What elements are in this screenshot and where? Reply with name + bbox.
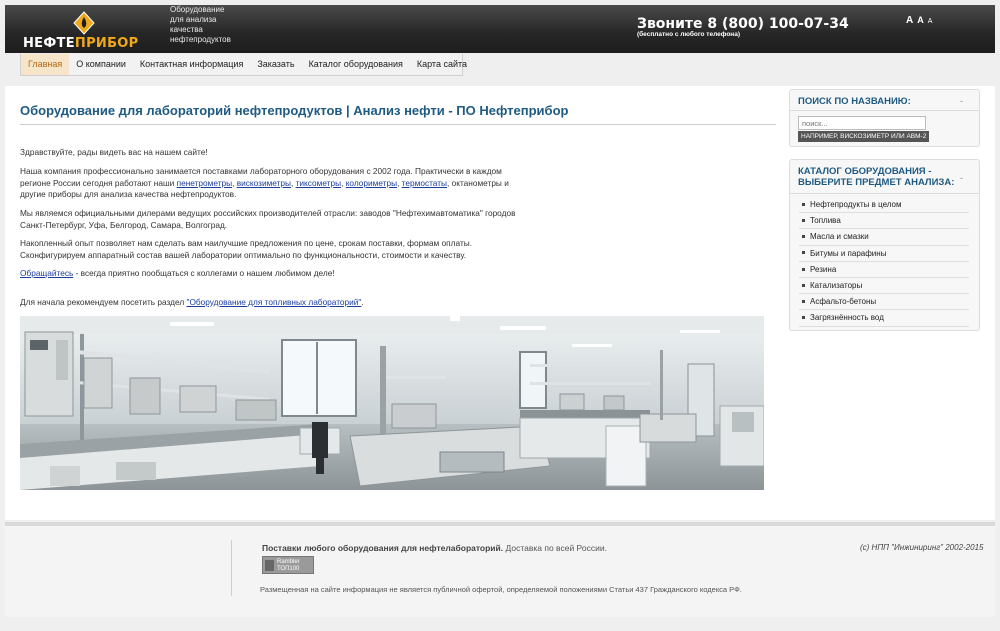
footer-divider — [231, 540, 232, 596]
catalog-list: Нефтепродукты в целом Топлива Масла и см… — [799, 197, 969, 327]
search-widget-divider — [790, 110, 979, 111]
drop-logo-icon — [73, 11, 95, 35]
phone-number: Звоните 8 (800) 100-07-34 — [637, 16, 849, 32]
nav-item-about[interactable]: О компании — [69, 54, 133, 75]
rambler-logo-icon — [265, 560, 274, 571]
contact-link[interactable]: Обращайтесь — [20, 268, 73, 278]
footer-copyright: (с) НПП "Инжиниринг" 2002-2015 — [860, 543, 984, 552]
bullet-icon — [802, 283, 805, 287]
catalog-collapse-toggle[interactable]: - — [960, 173, 963, 183]
catalog-item-rubber[interactable]: Резина — [799, 262, 969, 278]
font-size-large-button[interactable]: A — [906, 15, 913, 26]
footer-tagline: Поставки любого оборудования для нефтела… — [262, 543, 607, 553]
bullet-icon — [802, 202, 805, 206]
nav-item-order[interactable]: Заказать — [250, 54, 301, 75]
site-header: НЕФТЕПРИБОР Оборудование для анализа кач… — [5, 5, 995, 53]
link-thixometers[interactable]: тиксометры — [296, 178, 341, 188]
nav-item-sitemap[interactable]: Карта сайта — [410, 54, 474, 75]
dealers-paragraph: Мы являемся официальными дилерами ведущи… — [20, 208, 516, 230]
font-size-small-button[interactable]: A — [928, 18, 933, 25]
site-footer: Поставки любого оборудования для нефтела… — [5, 522, 995, 617]
site-slogan: Оборудование для анализа качества нефтеп… — [170, 5, 231, 44]
bullet-icon — [802, 300, 805, 304]
catalog-widget-divider — [790, 193, 979, 194]
greeting-text: Здравствуйте, рады видеть вас на нашем с… — [20, 147, 208, 157]
font-size-medium-button[interactable]: A — [917, 15, 924, 25]
search-widget: ПОИСК ПО НАЗВАНИЮ: - НАПРИМЕР, ВИСКОЗИМЕ… — [789, 89, 980, 147]
search-hint: НАПРИМЕР, ВИСКОЗИМЕТР ИЛИ АВМ-2 — [798, 131, 930, 142]
catalog-item-fuels[interactable]: Топлива — [799, 213, 969, 230]
bullet-icon — [802, 267, 805, 271]
phone-note: (бесплатно с любого телефона) — [637, 31, 741, 38]
catalog-widget-title: КАТАЛОГ ОБОРУДОВАНИЯ - ВЫБЕРИТЕ ПРЕДМЕТ … — [798, 166, 955, 188]
search-collapse-toggle[interactable]: - — [960, 96, 963, 106]
nav-item-contacts[interactable]: Контактная информация — [133, 54, 250, 75]
link-colorimeters[interactable]: колориметры — [346, 178, 397, 188]
catalog-item-petroleum-products[interactable]: Нефтепродукты в целом — [799, 197, 969, 214]
catalog-item-catalysts[interactable]: Катализаторы — [799, 278, 969, 295]
link-thermostats[interactable]: термостаты — [402, 178, 447, 188]
search-widget-title: ПОИСК ПО НАЗВАНИЮ: — [798, 96, 911, 107]
footer-disclaimer: Размещенная на сайте информация не являе… — [260, 585, 742, 594]
bullet-icon — [802, 316, 805, 320]
catalog-widget: КАТАЛОГ ОБОРУДОВАНИЯ - ВЫБЕРИТЕ ПРЕДМЕТ … — [789, 159, 980, 331]
nav-item-catalog[interactable]: Каталог оборудования — [302, 54, 410, 75]
catalog-item-oils-greases[interactable]: Масла и смазки — [799, 229, 969, 246]
catalog-item-asphalt-concrete[interactable]: Асфальто-бетоны — [799, 294, 969, 311]
search-input[interactable] — [798, 116, 926, 130]
about-paragraph: Наша компания профессионально занимается… — [20, 166, 509, 199]
main-nav: Главная О компании Контактная информация… — [20, 54, 467, 76]
nav-item-home[interactable]: Главная — [21, 54, 70, 75]
logo-text: НЕФТЕПРИБОР — [23, 36, 139, 51]
catalog-item-water-pollution[interactable]: Загрязнённость вод — [799, 310, 969, 327]
rambler-counter-badge[interactable]: Rambler ТОП100 — [262, 556, 314, 574]
offer-paragraph: Накопленный опыт позволяет нам сделать в… — [20, 238, 473, 260]
catalog-item-bitumens-paraffins[interactable]: Битумы и парафины — [799, 246, 969, 262]
bullet-icon — [802, 235, 805, 239]
laboratory-panorama-image — [20, 316, 764, 490]
link-penetrometers[interactable]: пенетрометры — [177, 178, 232, 188]
page-title: Оборудование для лабораторий нефтепродук… — [20, 103, 776, 125]
recommend-paragraph: Для начала рекомендуем посетить раздел "… — [20, 297, 364, 307]
fuel-labs-link[interactable]: "Оборудование для топливных лабораторий" — [187, 297, 362, 307]
bullet-icon — [802, 219, 805, 223]
font-size-switcher: AAA — [906, 15, 936, 26]
contact-paragraph: Обращайтесь - всегда приятно пообщаться … — [20, 268, 335, 278]
laboratory-photo-illustration — [20, 316, 764, 490]
site-logo[interactable]: НЕФТЕПРИБОР — [23, 11, 151, 51]
link-viscometers[interactable]: вискозиметры — [237, 178, 291, 188]
bullet-icon — [802, 251, 805, 255]
main-content-area: Оборудование для лабораторий нефтепродук… — [5, 86, 995, 520]
